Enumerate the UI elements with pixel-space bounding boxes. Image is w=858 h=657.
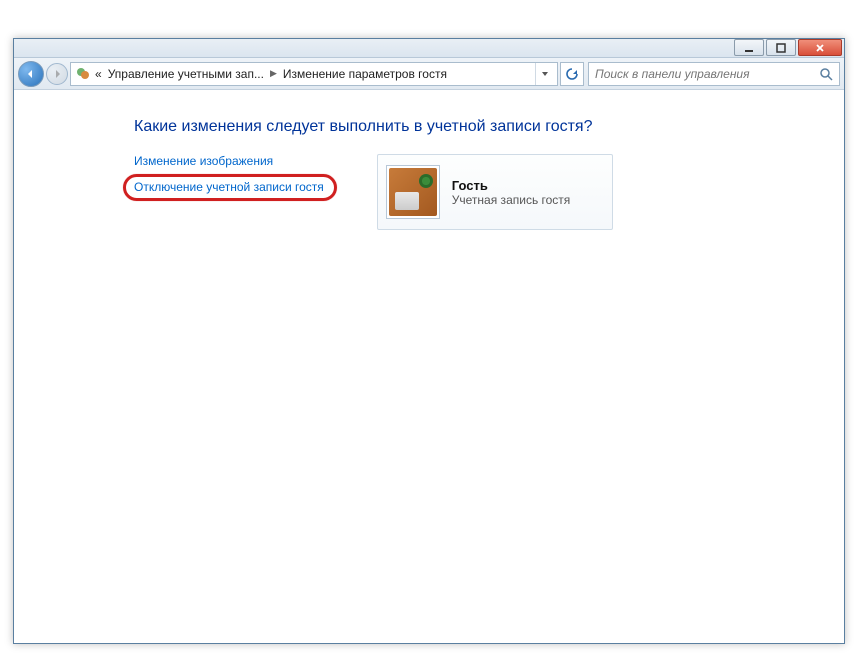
page-title: Какие изменения следует выполнить в учет…	[134, 118, 844, 136]
breadcrumb-part-1[interactable]: Управление учетными зап...	[106, 63, 266, 85]
refresh-icon	[565, 67, 579, 81]
window-controls	[734, 39, 842, 56]
nav-back-button[interactable]	[18, 61, 44, 87]
account-picture	[386, 165, 440, 219]
search-input[interactable]	[595, 67, 819, 81]
titlebar	[14, 39, 844, 58]
change-picture-link[interactable]: Изменение изображения	[134, 154, 337, 168]
refresh-button[interactable]	[560, 62, 584, 86]
nav-forward-button[interactable]	[46, 63, 68, 85]
breadcrumb[interactable]: « Управление учетными зап... ▶ Изменение…	[70, 62, 558, 86]
control-panel-window: « Управление учетными зап... ▶ Изменение…	[13, 38, 845, 644]
account-name: Гость	[452, 178, 488, 193]
content-area: Какие изменения следует выполнить в учет…	[14, 90, 844, 643]
suitcase-icon	[389, 168, 437, 216]
breadcrumb-dropdown[interactable]	[535, 63, 553, 85]
address-bar: « Управление учетными зап... ▶ Изменение…	[14, 58, 844, 90]
arrow-right-icon	[51, 68, 63, 80]
breadcrumb-prefix[interactable]: «	[93, 63, 104, 85]
highlight-annotation: Отключение учетной записи гостя	[123, 174, 337, 201]
account-type: Учетная запись гостя	[452, 193, 571, 207]
turn-off-guest-link[interactable]: Отключение учетной записи гостя	[134, 180, 324, 194]
arrow-left-icon	[25, 68, 37, 80]
breadcrumb-part-2[interactable]: Изменение параметров гостя	[281, 63, 449, 85]
search-icon	[819, 67, 833, 81]
account-card[interactable]: Гость Учетная запись гостя	[377, 154, 613, 230]
chevron-down-icon	[541, 70, 549, 78]
account-text: Гость Учетная запись гостя	[452, 178, 571, 207]
user-accounts-icon	[75, 66, 91, 82]
maximize-button[interactable]	[766, 39, 796, 56]
close-button[interactable]	[798, 39, 842, 56]
chevron-right-icon: ▶	[268, 68, 279, 79]
search-box[interactable]	[588, 62, 840, 86]
action-links: Изменение изображения Отключение учетной…	[134, 154, 337, 201]
minimize-button[interactable]	[734, 39, 764, 56]
